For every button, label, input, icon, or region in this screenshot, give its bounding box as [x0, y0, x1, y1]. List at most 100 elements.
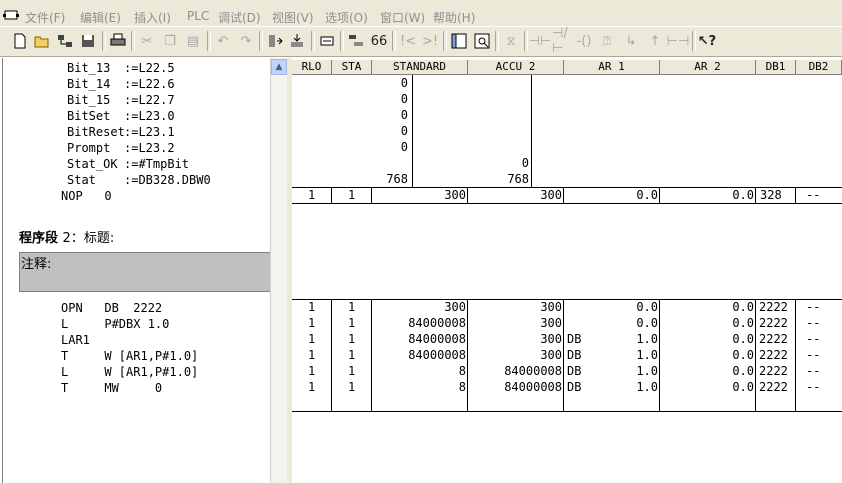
- code-param-value: :=L22.5: [124, 61, 175, 75]
- grid-line: [292, 203, 842, 204]
- menu-insert[interactable]: 插入(I): [134, 9, 171, 26]
- column-header[interactable]: DB1: [756, 60, 796, 75]
- column-header[interactable]: STANDARD: [372, 60, 468, 75]
- grid-line: [659, 299, 660, 411]
- overview-icon[interactable]: [346, 31, 366, 51]
- branch-open-icon[interactable]: ↳: [621, 31, 641, 51]
- grid-line: [531, 75, 532, 187]
- grid-line: [292, 411, 842, 412]
- toolbar: ✂ ❐ ▤ ↶ ↷ 66 !< >! ⧖ ⊣⊢ ⊣/⊢ -() ⍰ ↳ ↑ ⊢⊣…: [0, 26, 842, 57]
- ladder-icon[interactable]: [449, 31, 469, 51]
- bit-icon[interactable]: ⧖: [501, 31, 521, 51]
- box-icon[interactable]: ⍰: [597, 31, 617, 51]
- coil-icon[interactable]: -(): [574, 31, 594, 51]
- menu-help[interactable]: 帮助(H): [433, 9, 475, 26]
- code-line[interactable]: T MW 0: [61, 380, 162, 396]
- grid-line: [371, 299, 372, 411]
- new-icon[interactable]: [10, 31, 30, 51]
- ar1-value: 1.0: [636, 332, 658, 346]
- load-icon[interactable]: [265, 31, 285, 51]
- db1-value: 2222: [759, 300, 788, 314]
- copy-icon[interactable]: ❐: [160, 31, 180, 51]
- branch-close-icon[interactable]: ↑: [645, 31, 665, 51]
- code-line[interactable]: L W [AR1,P#1.0]: [61, 364, 198, 380]
- menu-bar: 文件(F) 编辑(E) 插入(I) PLC 调试(D) 视图(V) 选项(O) …: [0, 6, 842, 26]
- ar1-value: 0.0: [636, 300, 658, 314]
- save-icon[interactable]: [78, 31, 98, 51]
- code-line[interactable]: L P#DBX 1.0: [61, 316, 169, 332]
- app-system-icon[interactable]: [3, 9, 19, 22]
- sta-value: 1: [348, 332, 356, 346]
- glasses-icon[interactable]: 66: [369, 31, 389, 51]
- code-param-value: :=L22.6: [124, 77, 175, 91]
- grid-line: [795, 299, 796, 411]
- code-param-name: Stat_OK: [67, 157, 118, 171]
- cut-icon[interactable]: ✂: [137, 31, 157, 51]
- ar2-value: 0.0: [732, 300, 754, 314]
- sta-value: 1: [348, 316, 356, 330]
- code-line[interactable]: T W [AR1,P#1.0]: [61, 348, 198, 364]
- grid-line: [563, 187, 564, 203]
- code-line[interactable]: LAR1: [61, 332, 90, 348]
- db2-value: --: [806, 300, 821, 314]
- db1-value: 328: [760, 188, 782, 202]
- redo-icon[interactable]: ↷: [236, 31, 256, 51]
- code-line[interactable]: OPN DB 2222: [61, 300, 162, 316]
- grid-line: [755, 299, 756, 411]
- monitor-icon[interactable]: [317, 31, 337, 51]
- column-header[interactable]: STA: [332, 60, 372, 75]
- menu-debug[interactable]: 调试(D): [218, 9, 261, 26]
- paste-icon[interactable]: ▤: [183, 31, 203, 51]
- scroll-up-icon[interactable]: ▲: [271, 59, 287, 75]
- db2-value: --: [806, 348, 821, 362]
- contact-nc-icon[interactable]: ⊣/⊢: [552, 26, 572, 56]
- help-icon[interactable]: ↖?: [697, 31, 717, 51]
- accu2-value: 84000008: [504, 364, 562, 378]
- status-panel: RLO STA STANDARD ACCU 2 AR 1 AR 2 DB1 DB2 00000…: [292, 58, 842, 483]
- column-header[interactable]: RLO: [292, 60, 332, 75]
- contact-no-icon[interactable]: ⊣⊢: [529, 31, 552, 51]
- undo-icon[interactable]: ↶: [213, 31, 233, 51]
- vertical-scrollbar[interactable]: ▲: [270, 58, 288, 483]
- menu-edit[interactable]: 编辑(E): [80, 9, 121, 26]
- comment-close-icon[interactable]: >!: [420, 31, 440, 51]
- ar1-value: 1.0: [636, 348, 658, 362]
- menu-window[interactable]: 窗口(W): [380, 9, 425, 26]
- menu-options[interactable]: 选项(O): [325, 9, 368, 26]
- connector-icon[interactable]: ⊢⊣: [667, 31, 690, 51]
- comment-label: 注释:: [21, 257, 52, 272]
- menu-file[interactable]: 文件(F): [25, 9, 65, 26]
- status-cell: 300: [444, 188, 466, 202]
- grid-line: [331, 299, 332, 411]
- column-header[interactable]: AR 2: [660, 60, 756, 75]
- code-param-value: :=L23.1: [124, 125, 175, 139]
- code-line-nop[interactable]: NOP 0: [61, 188, 112, 204]
- ar2-value: 0.0: [732, 380, 754, 394]
- grid-line: [412, 75, 413, 187]
- stl-editor[interactable]: Bit_13:=L22.5 Bit_14:=L22.6 Bit_15:=L22.7 B…: [2, 58, 271, 483]
- status-cell: 300: [540, 188, 562, 202]
- segment-title[interactable]: 程序段 2：标题:: [19, 227, 114, 246]
- column-header[interactable]: ACCU 2: [468, 60, 564, 75]
- download-icon[interactable]: [287, 31, 307, 51]
- accu2-value: 768: [507, 172, 529, 186]
- column-header[interactable]: AR 1: [564, 60, 660, 75]
- column-header[interactable]: DB2: [796, 60, 842, 75]
- standard-value: 84000008: [408, 332, 466, 346]
- print-icon[interactable]: [108, 31, 128, 51]
- comment-box[interactable]: 注释:: [19, 252, 271, 292]
- grid-line: [755, 187, 756, 203]
- open-icon[interactable]: [32, 31, 52, 51]
- status-cell: 1: [348, 188, 356, 202]
- ar2-value: 0.0: [732, 348, 754, 362]
- accu2-value: 84000008: [504, 380, 562, 394]
- grid-line: [467, 187, 468, 203]
- zoom-icon[interactable]: [472, 31, 492, 51]
- menu-view[interactable]: 视图(V): [272, 9, 314, 26]
- standard-value: 0: [400, 140, 408, 154]
- network-icon[interactable]: [55, 31, 75, 51]
- rlo-value: 1: [308, 300, 316, 314]
- menu-plc[interactable]: PLC: [187, 9, 209, 23]
- grid-line: [331, 187, 332, 203]
- comment-open-icon[interactable]: !<: [398, 31, 418, 51]
